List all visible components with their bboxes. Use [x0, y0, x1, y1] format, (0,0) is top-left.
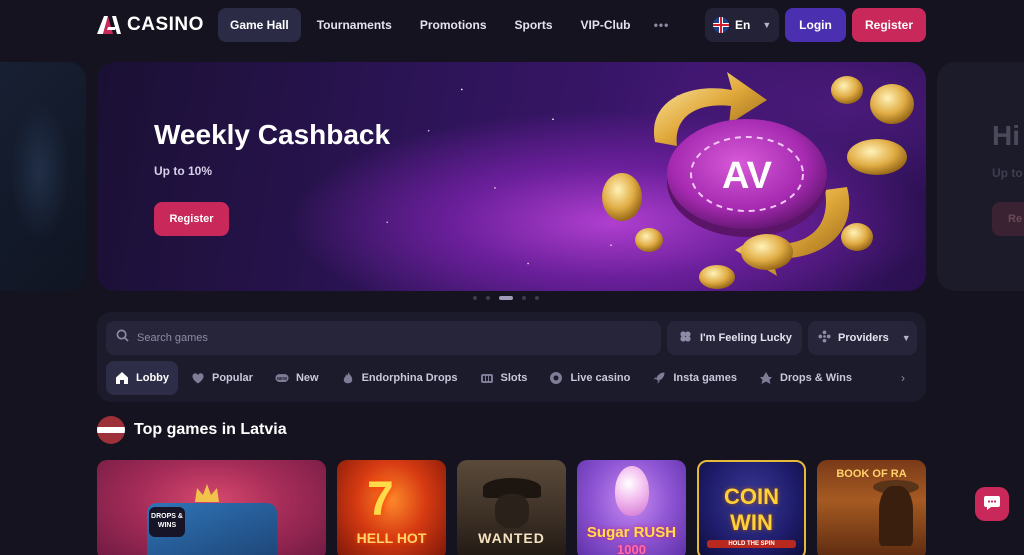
banner-title: Weekly Cashback [154, 119, 391, 150]
live-icon [549, 371, 563, 385]
main-nav: Game Hall Tournaments Promotions Sports … [218, 8, 677, 42]
next-slide-button: Re [992, 202, 1024, 236]
next-slide-preview[interactable]: Hi Up to Re [937, 62, 1024, 291]
providers-dropdown[interactable]: Providers ▼ [808, 321, 917, 355]
banner-subtitle: Up to 10% [154, 164, 213, 178]
game-title-line2: WIN [730, 510, 773, 535]
section-title: Top games in Latvia [134, 421, 287, 438]
slot-icon [480, 371, 494, 385]
providers-icon [818, 330, 831, 346]
game-symbol: 7 [367, 473, 394, 526]
rocket-icon [652, 371, 666, 385]
nav-vip-club[interactable]: VIP-Club [569, 8, 643, 42]
search-input[interactable] [137, 332, 637, 344]
next-slide-subtitle: Up to [992, 166, 1023, 180]
nav-more-button[interactable]: ••• [647, 8, 677, 42]
game-card[interactable]: BOOK OF RA [817, 460, 926, 555]
game-card[interactable]: 7 HELL HOT [337, 460, 446, 555]
game-subtitle: 1000 [617, 542, 646, 555]
game-card[interactable]: DROPS & WINS [97, 460, 326, 555]
game-filter-panel: I'm Feeling Lucky Providers ▼ Lobby Popu… [97, 312, 926, 402]
game-subtitle: HOLD THE SPIN [707, 540, 796, 548]
drops-icon [759, 371, 773, 385]
feeling-lucky-label: I'm Feeling Lucky [700, 332, 792, 344]
tab-live-casino[interactable]: Live casino [540, 361, 639, 395]
clover-icon [679, 330, 692, 346]
chat-bubble-icon [983, 495, 1001, 514]
game-card[interactable]: WANTED [457, 460, 566, 555]
game-title: WANTED [478, 530, 545, 546]
category-tabs: Lobby Popular NEW New Endorphina Drops S… [106, 361, 917, 395]
new-icon: NEW [275, 371, 289, 385]
feeling-lucky-button[interactable]: I'm Feeling Lucky [667, 321, 802, 355]
latvia-flag-icon [97, 416, 125, 444]
nav-sports[interactable]: Sports [503, 8, 565, 42]
search-box[interactable] [106, 321, 661, 355]
site-logo[interactable]: CASINO [97, 14, 204, 36]
uk-flag-icon [713, 17, 729, 33]
game-card[interactable]: COIN WIN HOLD THE SPIN [697, 460, 806, 555]
svg-text:NEW: NEW [277, 376, 288, 381]
game-card[interactable]: Sugar RUSH 1000 [577, 460, 686, 555]
chevron-down-icon: ▼ [901, 333, 911, 343]
nav-tournaments[interactable]: Tournaments [305, 8, 404, 42]
tab-new[interactable]: NEW New [266, 361, 328, 395]
tab-insta-games[interactable]: Insta games [643, 361, 746, 395]
top-header: CASINO Game Hall Tournaments Promotions … [0, 0, 1024, 50]
register-button[interactable]: Register [852, 8, 926, 42]
providers-label: Providers [838, 332, 889, 344]
carousel-dot[interactable] [535, 296, 539, 300]
login-button[interactable]: Login [785, 8, 846, 42]
banner-register-button[interactable]: Register [154, 202, 229, 236]
language-label: En [735, 18, 751, 32]
cashback-chip-illustration: AV [602, 72, 914, 289]
live-chat-button[interactable] [975, 487, 1009, 521]
scroll-right-arrow-icon[interactable]: › [901, 371, 905, 385]
flame-icon [341, 371, 355, 385]
game-title: BOOK OF RA [836, 468, 907, 480]
nav-game-hall[interactable]: Game Hall [218, 8, 301, 42]
svg-text:AV: AV [722, 155, 773, 197]
logo-mark-icon [97, 15, 123, 35]
tab-endorphina-drops[interactable]: Endorphina Drops [332, 361, 467, 395]
language-selector[interactable]: En ▼ [705, 8, 779, 42]
drops-wins-badge: DROPS & WINS [149, 507, 185, 537]
carousel-dot-active[interactable] [499, 296, 513, 300]
tab-drops-wins[interactable]: Drops & Wins [750, 361, 861, 395]
game-title: Sugar RUSH [586, 524, 677, 541]
next-slide-title: Hi [992, 120, 1020, 151]
carousel-dot[interactable] [522, 296, 526, 300]
chevron-down-icon: ▼ [762, 20, 772, 30]
home-icon [115, 371, 129, 385]
carousel-dot[interactable] [486, 296, 490, 300]
prev-slide-preview[interactable] [0, 62, 86, 291]
tab-slots[interactable]: Slots [471, 361, 537, 395]
game-title: HELL HOT [356, 530, 427, 546]
tab-popular[interactable]: Popular [182, 361, 262, 395]
carousel-dot[interactable] [473, 296, 477, 300]
carousel-pagination [473, 296, 539, 300]
logo-text: CASINO [127, 14, 204, 35]
nav-promotions[interactable]: Promotions [408, 8, 499, 42]
section-header: Top games in Latvia [97, 416, 287, 444]
tab-lobby[interactable]: Lobby [106, 361, 178, 395]
promo-banner: Weekly Cashback Up to 10% Register AV [97, 62, 926, 291]
game-title-line1: COIN [724, 484, 779, 509]
heart-icon [191, 371, 205, 385]
search-icon [116, 329, 129, 347]
